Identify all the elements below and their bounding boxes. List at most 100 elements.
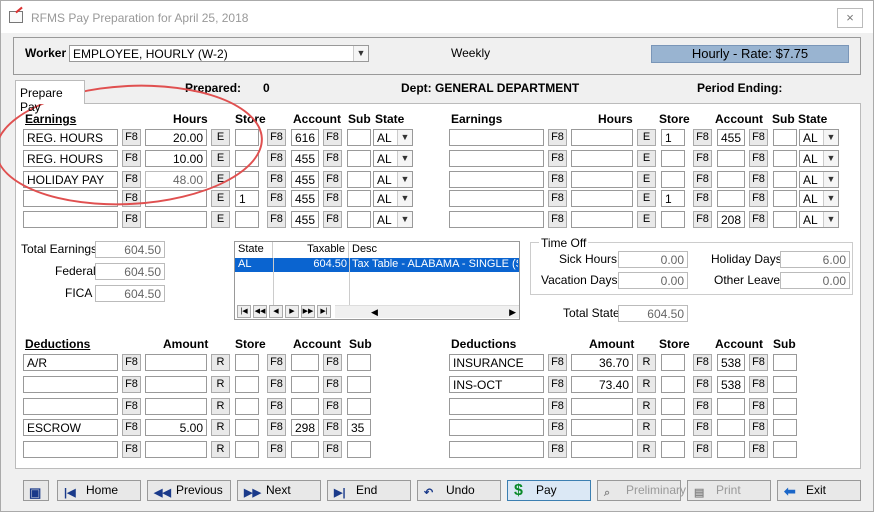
state-select[interactable]: AL ▼	[799, 171, 839, 188]
end-button[interactable]: ▶| End	[327, 480, 411, 501]
f8-account-button[interactable]: F8	[749, 354, 768, 371]
amount-field[interactable]	[571, 441, 633, 458]
sub-field[interactable]	[773, 211, 797, 228]
store-field[interactable]	[661, 354, 685, 371]
f8-lookup-button[interactable]: F8	[122, 129, 141, 146]
e-button[interactable]: E	[637, 211, 656, 228]
deduction-code-field[interactable]: INSURANCE	[449, 354, 544, 371]
store-field[interactable]	[235, 441, 259, 458]
sub-field[interactable]: 35	[347, 419, 371, 436]
f8-account-button[interactable]: F8	[749, 419, 768, 436]
r-button[interactable]: R	[637, 398, 656, 415]
f8-account-button[interactable]: F8	[323, 376, 342, 393]
sub-field[interactable]	[347, 129, 371, 146]
f8-account-button[interactable]: F8	[749, 376, 768, 393]
deduction-code-field[interactable]: ESCROW	[23, 419, 118, 436]
deduction-code-field[interactable]	[449, 398, 544, 415]
f8-store-button[interactable]: F8	[267, 190, 286, 207]
hours-field[interactable]: 10.00	[145, 150, 207, 167]
hours-field[interactable]	[145, 190, 207, 207]
scroll-right-icon[interactable]: ▶	[509, 306, 516, 319]
e-button[interactable]: E	[211, 129, 230, 146]
f8-lookup-button[interactable]: F8	[548, 150, 567, 167]
state-tax-grid[interactable]: State Taxable Desc AL 604.50 Tax Table -…	[234, 241, 520, 320]
account-field[interactable]: 455	[717, 129, 745, 146]
f8-lookup-button[interactable]: F8	[122, 441, 141, 458]
f8-account-button[interactable]: F8	[323, 190, 342, 207]
exit-button[interactable]: ⬅ Exit	[777, 480, 861, 501]
r-button[interactable]: R	[637, 376, 656, 393]
f8-lookup-button[interactable]: F8	[548, 211, 567, 228]
sub-field[interactable]	[347, 190, 371, 207]
chevron-down-icon[interactable]: ▼	[397, 130, 412, 145]
earning-code-field[interactable]	[449, 129, 544, 146]
r-button[interactable]: R	[211, 441, 230, 458]
f8-account-button[interactable]: F8	[323, 171, 342, 188]
f8-account-button[interactable]: F8	[323, 354, 342, 371]
state-select[interactable]: AL ▼	[799, 129, 839, 146]
preliminary-button[interactable]: ⌕ Preliminary	[597, 480, 686, 501]
f8-lookup-button[interactable]: F8	[548, 190, 567, 207]
account-field[interactable]	[291, 398, 319, 415]
earning-code-field[interactable]	[449, 190, 544, 207]
f8-store-button[interactable]: F8	[693, 150, 712, 167]
f8-store-button[interactable]: F8	[267, 150, 286, 167]
f8-lookup-button[interactable]: F8	[548, 419, 567, 436]
deduction-code-field[interactable]	[23, 441, 118, 458]
f8-account-button[interactable]: F8	[323, 211, 342, 228]
hours-field[interactable]: 20.00	[145, 129, 207, 146]
account-field[interactable]	[717, 171, 745, 188]
store-field[interactable]	[661, 419, 685, 436]
f8-store-button[interactable]: F8	[693, 190, 712, 207]
store-field[interactable]	[661, 398, 685, 415]
f8-account-button[interactable]: F8	[749, 129, 768, 146]
prev-record-icon[interactable]: ◀	[269, 305, 283, 318]
state-select[interactable]: AL ▼	[373, 150, 413, 167]
f8-lookup-button[interactable]: F8	[548, 398, 567, 415]
f8-lookup-button[interactable]: F8	[548, 171, 567, 188]
state-select[interactable]: AL ▼	[373, 129, 413, 146]
amount-field[interactable]	[145, 354, 207, 371]
store-field[interactable]: 1	[661, 190, 685, 207]
f8-account-button[interactable]: F8	[749, 398, 768, 415]
f8-lookup-button[interactable]: F8	[548, 354, 567, 371]
f8-account-button[interactable]: F8	[323, 398, 342, 415]
hours-field[interactable]	[571, 171, 633, 188]
prev-page-icon[interactable]: ◀◀	[253, 305, 267, 318]
home-button[interactable]: |◀ Home	[57, 480, 141, 501]
scroll-left-icon[interactable]: ◀	[371, 306, 378, 319]
deduction-code-field[interactable]	[449, 441, 544, 458]
deduction-code-field[interactable]	[449, 419, 544, 436]
f8-store-button[interactable]: F8	[267, 441, 286, 458]
account-field[interactable]	[717, 190, 745, 207]
account-field[interactable]: 455	[291, 171, 319, 188]
store-field[interactable]	[235, 354, 259, 371]
chevron-down-icon[interactable]: ▼	[397, 151, 412, 166]
f8-store-button[interactable]: F8	[267, 129, 286, 146]
chevron-down-icon[interactable]: ▼	[823, 130, 838, 145]
last-record-icon[interactable]: ▶|	[317, 305, 331, 318]
f8-store-button[interactable]: F8	[267, 354, 286, 371]
e-button[interactable]: E	[637, 190, 656, 207]
f8-account-button[interactable]: F8	[749, 150, 768, 167]
f8-lookup-button[interactable]: F8	[122, 354, 141, 371]
worker-select[interactable]: EMPLOYEE, HOURLY (W-2) ▼	[69, 45, 369, 62]
f8-account-button[interactable]: F8	[749, 211, 768, 228]
account-field[interactable]	[717, 398, 745, 415]
hours-field[interactable]: 48.00	[145, 171, 207, 188]
store-field[interactable]	[235, 129, 259, 146]
e-button[interactable]: E	[637, 150, 656, 167]
f8-store-button[interactable]: F8	[267, 398, 286, 415]
previous-button[interactable]: ◀◀ Previous	[147, 480, 231, 501]
earning-code-field[interactable]	[23, 211, 118, 228]
r-button[interactable]: R	[211, 354, 230, 371]
f8-store-button[interactable]: F8	[693, 129, 712, 146]
pay-button[interactable]: $ Pay	[507, 480, 591, 501]
grid-row-selected[interactable]: AL 604.50 Tax Table - ALABAMA - SINGLE (…	[235, 258, 519, 272]
chevron-down-icon[interactable]: ▼	[397, 212, 412, 227]
account-field[interactable]: 455	[291, 211, 319, 228]
store-field[interactable]	[235, 171, 259, 188]
sub-field[interactable]	[347, 441, 371, 458]
close-button[interactable]: ×	[837, 8, 863, 28]
f8-lookup-button[interactable]: F8	[122, 419, 141, 436]
